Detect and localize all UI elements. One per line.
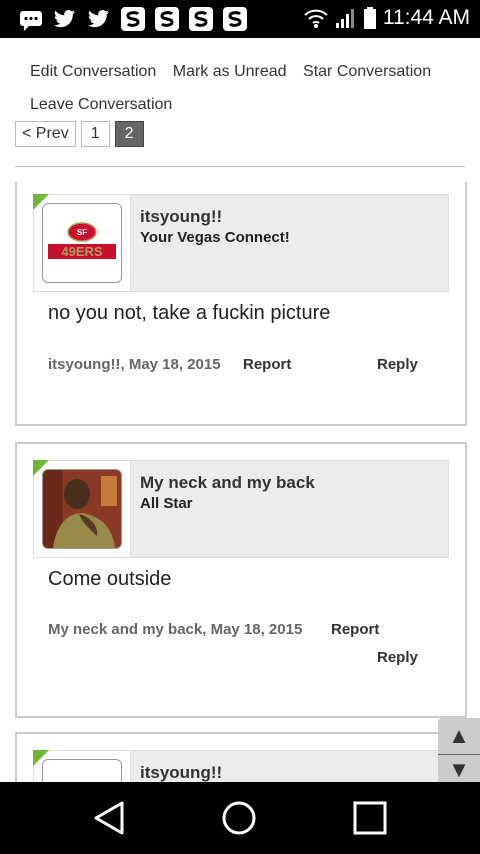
page-2-button[interactable]: 2 xyxy=(114,121,144,147)
back-icon[interactable] xyxy=(92,800,126,836)
status-bar: 11:44 AM xyxy=(0,0,480,38)
message: itsyoung!! xyxy=(15,732,467,782)
message: My neck and my back All Star Come outsid… xyxy=(15,442,467,718)
message-header: itsyoung!! xyxy=(33,750,449,782)
niners-logo: SF 49ERS xyxy=(48,222,116,259)
pagination: < Prev 1 2 xyxy=(15,121,144,147)
reply-link[interactable]: Reply xyxy=(377,356,418,373)
twitter-icon xyxy=(88,10,109,28)
notification-icons xyxy=(18,6,248,32)
message-body: Come outside xyxy=(48,568,172,590)
recent-apps-icon[interactable] xyxy=(353,801,387,835)
conversation-menu: Edit Conversation Mark as Unread Star Co… xyxy=(30,55,470,121)
twitter-icon xyxy=(54,10,75,28)
s-app-icon xyxy=(223,7,247,31)
signal-icon xyxy=(335,9,354,28)
battery-icon xyxy=(363,7,376,29)
author-title: All Star xyxy=(140,495,193,512)
divider xyxy=(15,166,465,167)
svg-text:SF: SF xyxy=(77,228,87,237)
edit-conversation-link[interactable]: Edit Conversation xyxy=(30,63,156,80)
new-badge-corner xyxy=(33,750,49,766)
s-app-icon xyxy=(121,7,145,31)
message-header: SF 49ERS itsyoung!! Your Vegas Connect! xyxy=(33,194,449,292)
s-app-icon xyxy=(189,7,213,31)
report-link[interactable]: Report xyxy=(243,356,291,373)
user-photo xyxy=(43,470,121,548)
author-title: Your Vegas Connect! xyxy=(140,229,290,246)
new-badge-corner xyxy=(33,460,49,476)
message-list[interactable]: SF 49ERS itsyoung!! Your Vegas Connect! … xyxy=(0,182,480,782)
prev-page-button[interactable]: < Prev xyxy=(15,121,76,147)
author-name[interactable]: My neck and my back xyxy=(140,473,315,493)
reply-link[interactable]: Reply xyxy=(377,649,418,666)
message-header: My neck and my back All Star xyxy=(33,460,449,558)
scroll-controls: ▲ ▼ xyxy=(438,718,480,784)
scroll-up-button[interactable]: ▲ xyxy=(438,720,480,752)
avatar[interactable] xyxy=(42,759,122,782)
niners-logo-text: 49ERS xyxy=(61,244,103,259)
mark-unread-link[interactable]: Mark as Unread xyxy=(173,63,287,80)
message-meta[interactable]: My neck and my back, May 18, 2015 xyxy=(48,621,302,638)
s-app-icon xyxy=(155,7,179,31)
system-status: 11:44 AM xyxy=(303,6,470,30)
message: SF 49ERS itsyoung!! Your Vegas Connect! … xyxy=(15,182,467,426)
new-badge-corner xyxy=(33,194,49,210)
message-body: no you not, take a fuckin picture xyxy=(48,302,331,324)
home-icon[interactable] xyxy=(221,800,257,836)
navigation-bar xyxy=(0,782,480,854)
avatar[interactable]: SF 49ERS xyxy=(42,203,122,283)
message-icon xyxy=(20,11,42,31)
page-1-button[interactable]: 1 xyxy=(80,121,110,147)
leave-conversation-link[interactable]: Leave Conversation xyxy=(30,96,172,113)
clock: 11:44 AM xyxy=(382,6,470,29)
wifi-icon xyxy=(304,9,328,28)
author-name[interactable]: itsyoung!! xyxy=(140,763,222,782)
message-meta[interactable]: itsyoung!!, May 18, 2015 xyxy=(48,356,221,373)
author-name[interactable]: itsyoung!! xyxy=(140,207,222,227)
avatar[interactable] xyxy=(42,469,122,549)
report-link[interactable]: Report xyxy=(331,621,379,638)
star-conversation-link[interactable]: Star Conversation xyxy=(303,63,431,80)
